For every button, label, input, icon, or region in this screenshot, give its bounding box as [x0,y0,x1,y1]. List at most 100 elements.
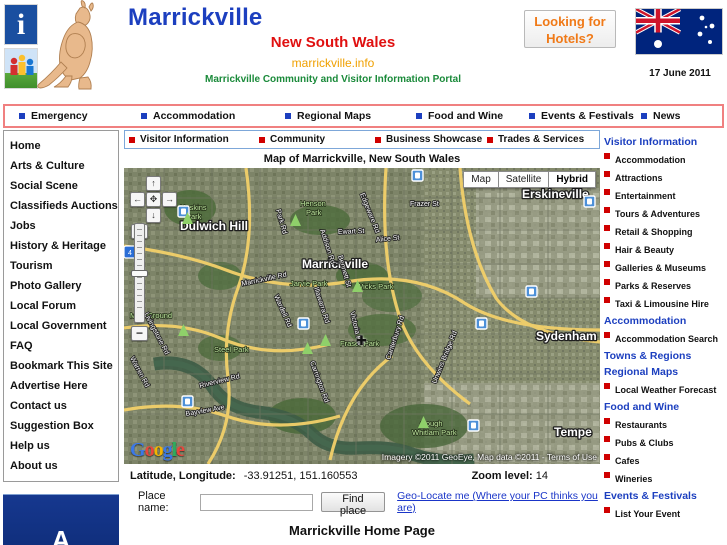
map-center-crosshair: ✚ [356,333,367,348]
right-item-list-your-event[interactable]: List Your Event [604,506,727,519]
sidebar-item-faq[interactable]: FAQ [10,336,118,356]
bullet-icon [604,454,610,460]
subnav-community[interactable]: Community [259,134,375,145]
svg-text:Frazer St: Frazer St [410,201,439,208]
right-item-label: Cafes [615,456,640,466]
nav-label: Accommodation [153,110,236,122]
find-place-button[interactable]: Find place [320,492,386,517]
sidebar-item-contact-us[interactable]: Contact us [10,396,118,416]
right-item-accommodation[interactable]: Accommodation [604,152,727,165]
sidebar-item-arts-culture[interactable]: Arts & Culture [10,156,118,176]
right-item-local-weather-forecast[interactable]: Local Weather Forecast [604,382,727,395]
bullet-icon [141,113,147,119]
nav-food-and-wine[interactable]: Food and Wine [416,110,529,122]
right-item-retail-shopping[interactable]: Retail & Shopping [604,224,727,237]
sidebar-item-tourism[interactable]: Tourism [10,256,118,276]
place-name-input[interactable] [199,493,313,511]
right-item-accommodation-search[interactable]: Accommodation Search [604,331,727,344]
map-pan-right-button[interactable]: → [162,192,177,207]
sidebar-item-jobs[interactable]: Jobs [10,216,118,236]
sidebar-item-help-us[interactable]: Help us [10,436,118,456]
sidebar-item-social-scene[interactable]: Social Scene [10,176,118,196]
bullet-icon [604,418,610,424]
kangaroo-svg [37,0,94,90]
map-type-satellite[interactable]: Satellite [497,171,550,188]
bullet-icon [416,113,422,119]
right-item-restaurants[interactable]: Restaurants [604,417,727,430]
hotels-line-2: Hotels? [546,31,594,46]
looking-for-hotels-button[interactable]: Looking for Hotels? [524,10,616,48]
map-caption: Map of Marrickville, New South Wales [263,153,461,165]
community-icon [4,48,38,89]
right-heading-food-and-wine: Food and Wine [604,401,680,413]
latlon-value: -33.91251, 151.160553 [243,470,358,482]
map-attribution: Imagery ©2011 GeoEye, Map data ©2011 - T… [381,452,597,462]
sidebar-item-local-forum[interactable]: Local Forum [10,296,118,316]
map-type-map[interactable]: Map [463,171,499,188]
nav-label: Emergency [31,110,88,122]
right-item-label: Restaurants [615,420,668,430]
nav-emergency[interactable]: Emergency [19,110,141,122]
bullet-icon [375,136,381,143]
right-item-label: Taxi & Limousine Hire [615,299,709,309]
page-title: Marrickville [128,4,263,31]
nav-label: Events & Festivals [541,110,634,122]
map-center-button[interactable]: ✥ [146,192,161,207]
geo-locate-link[interactable]: Geo-Locate me (Where your PC thinks you … [397,490,600,514]
right-item-attractions[interactable]: Attractions [604,170,727,183]
sidebar-item-bookmark-this-site[interactable]: Bookmark This Site [10,356,118,376]
right-item-pubs-clubs[interactable]: Pubs & Clubs [604,435,727,448]
right-item-wineries[interactable]: Wineries [604,471,727,484]
main-content: Visitor Information Community Business S… [124,130,600,538]
right-item-entertainment[interactable]: Entertainment [604,188,727,201]
bullet-icon [604,261,610,267]
sidebar-item-suggestion-box[interactable]: Suggestion Box [10,416,118,436]
bullet-icon [604,332,610,338]
sidebar-item-advertise-here[interactable]: Advertise Here [10,376,118,396]
subnav-business-showcase[interactable]: Business Showcase [375,134,487,145]
map-pan-up-button[interactable]: ↑ [146,176,161,191]
nav-accommodation[interactable]: Accommodation [141,110,285,122]
home-page-caption: Marrickville Home Page [289,523,435,538]
map-pan-down-button[interactable]: ↓ [146,208,161,223]
nav-events-festivals[interactable]: Events & Festivals [529,110,641,122]
bullet-icon [604,225,610,231]
map-pan-left-button[interactable]: ← [130,192,145,207]
left-advertisement-banner[interactable]: A [3,494,119,545]
sidebar-item-photo-gallery[interactable]: Photo Gallery [10,276,118,296]
coordinates-row: Latitude, Longitude: -33.91251, 151.1605… [124,464,600,482]
right-item-hair-beauty[interactable]: Hair & Beauty [604,242,727,255]
right-item-label: Accommodation [615,155,686,165]
right-item-parks-reserves[interactable]: Parks & Reserves [604,278,727,291]
domain-text: marrickville.info [291,56,375,70]
sidebar-item-local-government[interactable]: Local Government [10,316,118,336]
map-zoom-slider-thumb[interactable] [131,270,148,277]
right-item-taxi-limousine-hire[interactable]: Taxi & Limousine Hire [604,296,727,309]
svg-text:Sydenham: Sydenham [536,329,597,343]
nav-news[interactable]: News [641,110,680,122]
subnav-visitor-information[interactable]: Visitor Information [129,134,259,145]
google-map[interactable]: Hoskins Park Henson Park Jarvie Park Wicks… [124,168,600,464]
sidebar-item-history-heritage[interactable]: History & Heritage [10,236,118,256]
bullet-icon [604,243,610,249]
map-zoom-out-button[interactable]: − [131,326,148,341]
map-type-hybrid[interactable]: Hybrid [548,171,596,188]
bullet-icon [487,136,493,143]
bullet-icon [604,153,610,159]
bullet-icon [19,113,25,119]
right-heading-visitor-information: Visitor Information [604,136,698,148]
sidebar-item-home[interactable]: Home [10,136,118,156]
right-item-galleries-museums[interactable]: Galleries & Museums [604,260,727,273]
subnav-trades-services[interactable]: Trades & Services [487,134,584,145]
right-item-tours-adventures[interactable]: Tours & Adventures [604,206,727,219]
svg-text:Ewart St: Ewart St [338,228,365,236]
info-icon [4,4,38,45]
nav-regional-maps[interactable]: Regional Maps [285,110,416,122]
sidebar-item-classifieds-auctions[interactable]: Classifieds Auctions [10,196,118,216]
map-type-switcher: Map Satellite Hybrid [463,171,596,188]
site-header: Marrickville New South Wales marrickvill… [0,0,727,103]
right-item-cafes[interactable]: Cafes [604,453,727,466]
right-item-label: Attractions [615,173,663,183]
sidebar-item-about-us[interactable]: About us [10,456,118,476]
right-item-label: Parks & Reserves [615,281,692,291]
